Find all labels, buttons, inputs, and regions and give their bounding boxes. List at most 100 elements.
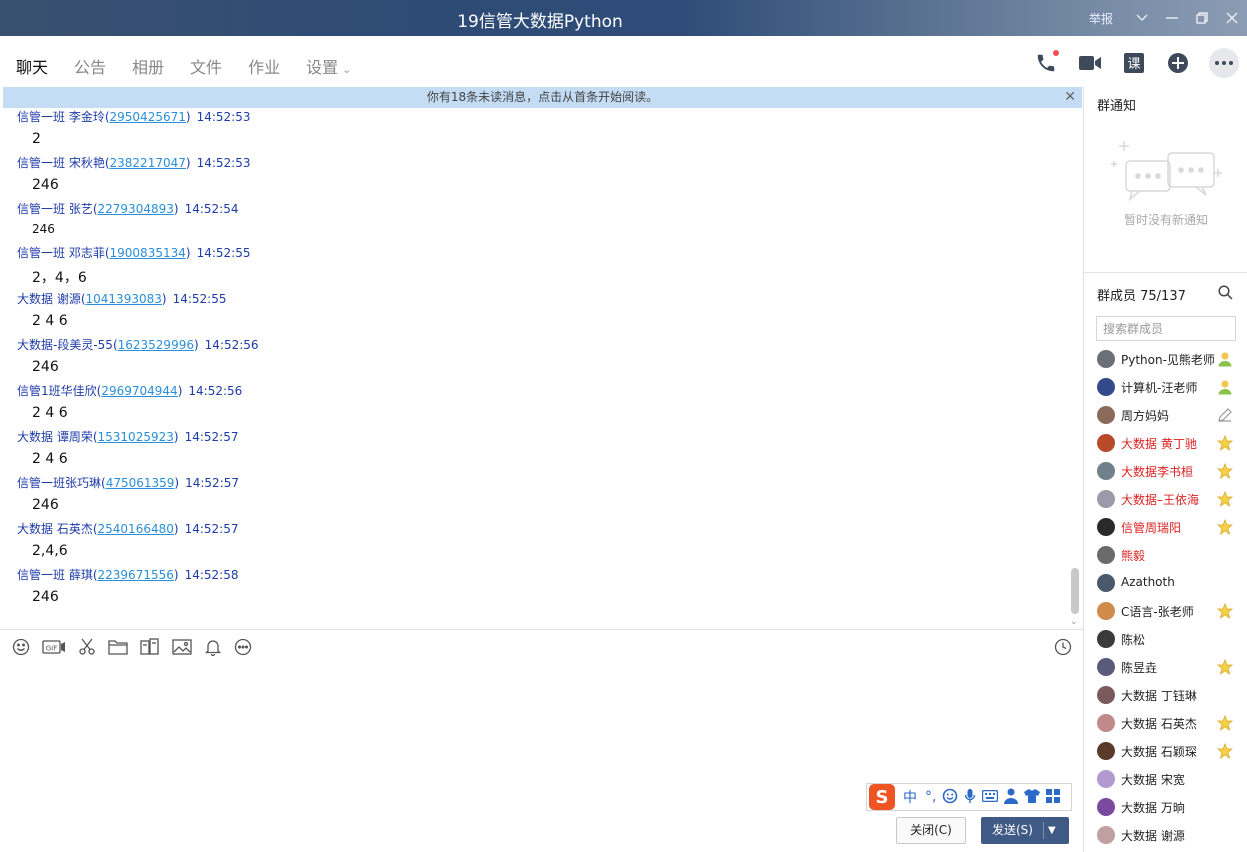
message-sender[interactable]: 大数据 谢源 bbox=[17, 292, 81, 306]
close-button[interactable]: 关闭(C) bbox=[896, 817, 966, 844]
user-icon[interactable] bbox=[998, 788, 1019, 807]
folder-icon[interactable] bbox=[108, 636, 128, 658]
message-sender[interactable]: 信管一班 薛琪 bbox=[17, 568, 93, 582]
close-icon[interactable] bbox=[1217, 0, 1247, 36]
restore-icon[interactable] bbox=[1187, 0, 1217, 36]
unread-notice-bar[interactable]: 你有18条未读消息，点击从首条开始阅读。 ✕ bbox=[3, 87, 1082, 108]
microphone-icon[interactable] bbox=[958, 788, 976, 807]
emoji-icon[interactable] bbox=[12, 636, 30, 658]
member-name: 大数据 黄丁驰 bbox=[1121, 437, 1197, 451]
bell-icon[interactable] bbox=[204, 636, 222, 658]
scroll-down-icon[interactable]: ⌄ bbox=[1070, 617, 1078, 627]
close-icon[interactable]: ✕ bbox=[1064, 87, 1076, 108]
message-header: 大数据 谭周荣(1531025923) 14:52:57 bbox=[17, 428, 238, 445]
more-options-icon[interactable] bbox=[1209, 48, 1239, 78]
message-sender-qq-link[interactable]: 1900835134 bbox=[110, 246, 186, 260]
gif-icon[interactable]: GIF bbox=[42, 636, 66, 658]
message-text: 246 bbox=[32, 497, 59, 513]
message-sender-qq-link[interactable]: 475061359 bbox=[106, 476, 175, 490]
member-item[interactable]: 大数据 谢源 bbox=[1084, 821, 1247, 849]
grid-menu-icon[interactable] bbox=[1040, 788, 1061, 806]
tab-homework[interactable]: 作业 bbox=[248, 54, 280, 86]
avatar bbox=[1097, 378, 1115, 396]
ime-mode[interactable]: 中 bbox=[903, 787, 917, 807]
tab-announcement[interactable]: 公告 bbox=[74, 54, 106, 86]
member-item[interactable]: Python-见熊老师 bbox=[1084, 345, 1247, 373]
ime-punctuation[interactable]: °, bbox=[925, 789, 936, 805]
sogou-logo-icon[interactable]: S bbox=[869, 784, 895, 810]
clock-history-icon[interactable] bbox=[1054, 638, 1072, 659]
documents-icon[interactable] bbox=[140, 636, 160, 658]
send-options-chevron-icon[interactable]: ▼ bbox=[1048, 817, 1056, 844]
member-item[interactable]: 陈松 bbox=[1084, 625, 1247, 653]
message-sender-qq-link[interactable]: 1531025923 bbox=[98, 430, 174, 444]
message-sender-qq-link[interactable]: 1041393083 bbox=[86, 292, 162, 306]
member-item[interactable]: 陈昱垚 bbox=[1084, 653, 1247, 681]
member-item[interactable]: 大数据 万晌 bbox=[1084, 793, 1247, 821]
message-sender-qq-link[interactable]: 2382217047 bbox=[110, 156, 186, 170]
member-item[interactable]: 周方妈妈 bbox=[1084, 401, 1247, 429]
video-call-icon[interactable] bbox=[1077, 50, 1103, 76]
chevron-down-icon[interactable] bbox=[1127, 0, 1157, 36]
screenshot-scissors-icon[interactable] bbox=[78, 636, 96, 658]
message-sender[interactable]: 大数据 谭周荣 bbox=[17, 430, 93, 444]
member-item[interactable]: 大数据 宋宽 bbox=[1084, 765, 1247, 793]
paren-close: ) bbox=[173, 430, 179, 444]
member-item[interactable]: 大数据 石英杰 bbox=[1084, 709, 1247, 737]
message-header: 信管一班张巧琳(475061359) 14:52:57 bbox=[17, 474, 239, 491]
search-icon[interactable] bbox=[1218, 285, 1233, 303]
message-sender[interactable]: 大数据 石英杰 bbox=[17, 522, 93, 536]
message-scrollbar[interactable] bbox=[1071, 568, 1079, 614]
star-icon bbox=[1216, 658, 1234, 675]
tab-files[interactable]: 文件 bbox=[190, 54, 222, 86]
message-sender[interactable]: 信管一班 宋秋艳 bbox=[17, 156, 105, 170]
member-item[interactable]: 熊毅 bbox=[1084, 541, 1247, 569]
image-icon[interactable] bbox=[172, 636, 192, 658]
member-item[interactable]: 大数据 石颖琛 bbox=[1084, 737, 1247, 765]
message-sender-qq-link[interactable]: 2969704944 bbox=[101, 384, 177, 398]
tab-bar: 聊天 公告 相册 文件 作业 设置 ⌄ 课 bbox=[0, 36, 1247, 90]
member-name: 大数据李书桓 bbox=[1121, 465, 1194, 479]
avatar bbox=[1097, 434, 1115, 452]
member-item[interactable]: 大数据 丁钰琳 bbox=[1084, 681, 1247, 709]
avatar bbox=[1097, 798, 1115, 816]
message-time: 14:52:53 bbox=[196, 110, 251, 124]
member-item[interactable]: 信管周瑞阳 bbox=[1084, 513, 1247, 541]
message-sender[interactable]: 信管一班 李金玲 bbox=[17, 110, 105, 124]
tab-chat[interactable]: 聊天 bbox=[16, 54, 49, 90]
message-sender[interactable]: 信管一班 邓志菲 bbox=[17, 246, 105, 260]
voice-call-icon[interactable] bbox=[1033, 50, 1059, 76]
member-item[interactable]: 大数据–王依海 bbox=[1084, 485, 1247, 513]
member-item[interactable]: C语言-张老师 bbox=[1084, 597, 1247, 625]
message-time: 14:52:56 bbox=[204, 338, 259, 352]
tab-album[interactable]: 相册 bbox=[132, 54, 164, 86]
paren-close: ) bbox=[177, 384, 183, 398]
member-search-input[interactable] bbox=[1096, 316, 1236, 341]
message-sender-qq-link[interactable]: 1623529996 bbox=[118, 338, 194, 352]
add-app-icon[interactable] bbox=[1165, 50, 1191, 76]
send-button[interactable]: 发送(S) ▼ bbox=[981, 817, 1069, 844]
message-sender-qq-link[interactable]: 2239671556 bbox=[98, 568, 174, 582]
message-sender[interactable]: 大数据-段美灵-55 bbox=[17, 338, 113, 352]
minimize-icon[interactable] bbox=[1157, 0, 1187, 36]
message-sender[interactable]: 信管一班张巧琳 bbox=[17, 476, 101, 490]
class-icon[interactable]: 课 bbox=[1121, 50, 1147, 76]
avatar bbox=[1097, 490, 1115, 508]
member-item[interactable]: 大数据 黄丁驰 bbox=[1084, 429, 1247, 457]
skin-shirt-icon[interactable] bbox=[1018, 788, 1041, 806]
message-sender-qq-link[interactable]: 2279304893 bbox=[98, 202, 174, 216]
member-item[interactable]: 计算机-汪老师 bbox=[1084, 373, 1247, 401]
smile-icon[interactable] bbox=[936, 788, 958, 807]
more-icon[interactable] bbox=[234, 636, 252, 658]
tab-settings[interactable]: 设置 ⌄ bbox=[306, 54, 351, 86]
admin-icon bbox=[1217, 379, 1233, 395]
message-text: 246 bbox=[32, 222, 55, 236]
message-sender-qq-link[interactable]: 2540166480 bbox=[98, 522, 174, 536]
report-button[interactable]: 举报 bbox=[1089, 10, 1113, 27]
message-sender[interactable]: 信管一班 张艺 bbox=[17, 202, 93, 216]
message-sender-qq-link[interactable]: 2950425671 bbox=[110, 110, 186, 124]
keyboard-icon[interactable] bbox=[976, 789, 999, 805]
message-sender[interactable]: 信管1班华佳欣 bbox=[17, 384, 97, 398]
member-item[interactable]: Azathoth bbox=[1084, 569, 1247, 597]
member-item[interactable]: 大数据李书桓 bbox=[1084, 457, 1247, 485]
